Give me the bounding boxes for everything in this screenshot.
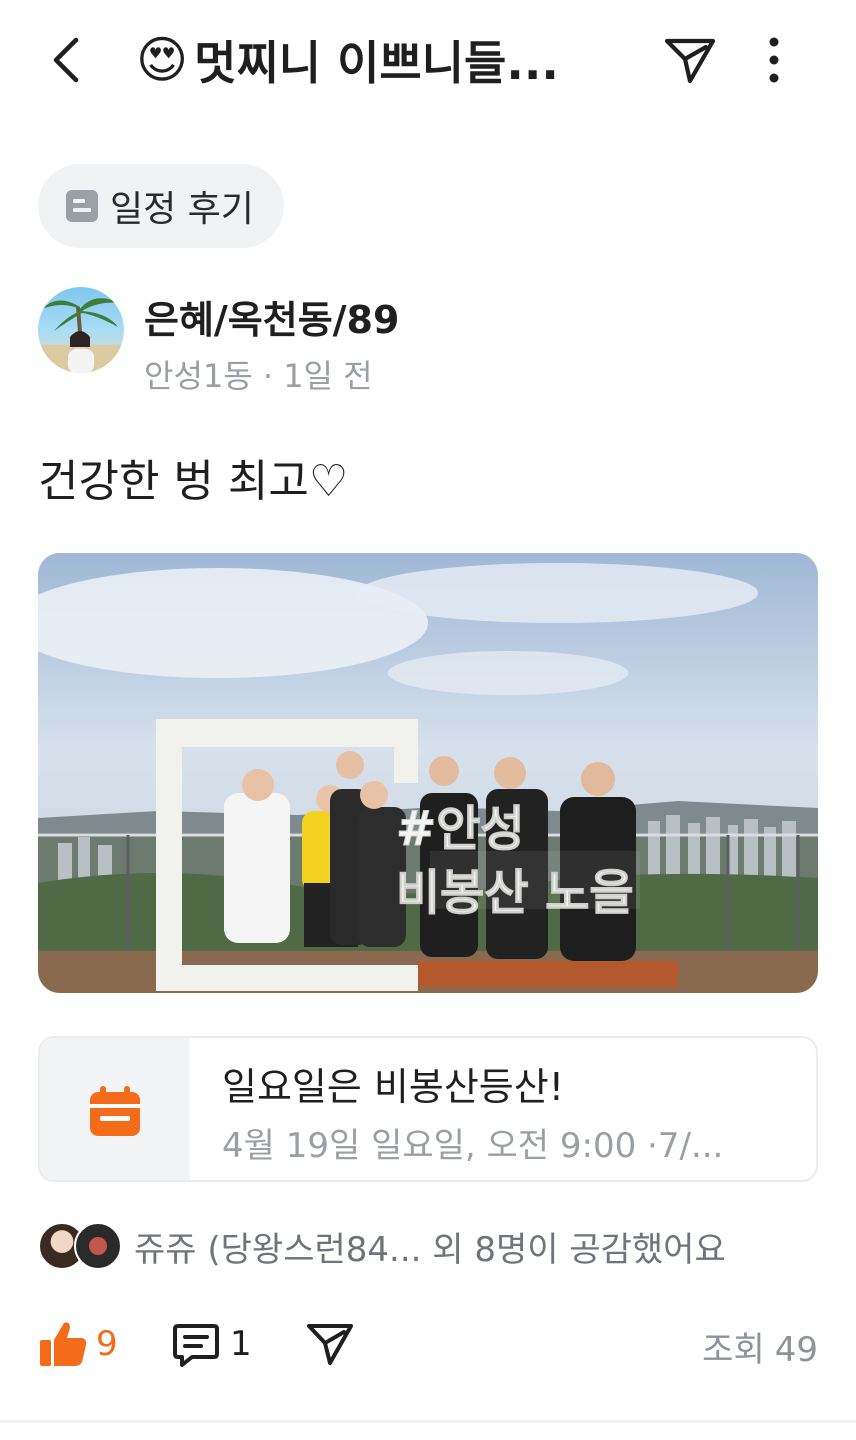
event-card[interactable]: 일요일은 비봉산등산! 4월 19일 일요일, 오전 9:00 ·7/... xyxy=(38,1036,818,1182)
top-bar: 😍 멋찌니 이쁘니들... xyxy=(0,0,856,120)
paper-plane-icon xyxy=(307,1324,353,1365)
comment-button[interactable]: 1 xyxy=(172,1316,252,1372)
category-chip[interactable]: 일정 후기 xyxy=(38,164,284,248)
page-title: 😍 멋찌니 이쁘니들... xyxy=(136,26,636,94)
like-button[interactable]: 9 xyxy=(38,1316,118,1372)
more-options-button[interactable] xyxy=(746,30,802,90)
post-photo[interactable]: #안성 비봉산 노을 xyxy=(38,553,818,993)
comment-icon xyxy=(173,1324,219,1367)
chevron-left-icon xyxy=(53,37,79,83)
back-button[interactable] xyxy=(38,30,94,90)
thumbs-up-icon xyxy=(40,1322,87,1366)
group-photo-image: #안성 비봉산 노을 xyxy=(38,553,818,993)
document-icon xyxy=(66,190,98,222)
author-meta: 안성1동 · 1일 전 xyxy=(144,357,373,395)
more-vertical-icon xyxy=(769,37,779,83)
category-chip-label: 일정 후기 xyxy=(110,189,254,230)
event-icon-container xyxy=(40,1038,190,1180)
like-count: 9 xyxy=(96,1324,118,1364)
avatar-image xyxy=(38,298,124,373)
post-text: 건강한 벙 최고♡ xyxy=(38,456,349,507)
share-button[interactable] xyxy=(658,30,722,90)
divider xyxy=(0,1420,856,1423)
event-meta: 4월 19일 일요일, 오전 9:00 ·7/... xyxy=(222,1126,724,1166)
comment-count: 1 xyxy=(230,1324,252,1364)
author-row: 은혜/옥천동/89 안성1동 · 1일 전 xyxy=(38,285,818,395)
liker-avatar xyxy=(74,1222,122,1270)
paper-plane-icon xyxy=(664,38,716,84)
share-post-button[interactable] xyxy=(302,1316,358,1372)
view-count-label: 조회 xyxy=(702,1330,765,1370)
heart-eyes-emoji: 😍 xyxy=(136,31,189,89)
view-count: 조회 49 xyxy=(702,1322,818,1371)
author-name[interactable]: 은혜/옥천동/89 xyxy=(144,289,399,344)
likers-text: 쥬쥬 (당왕스런84... 외 8명이 공감했어요 xyxy=(134,1229,726,1270)
event-title: 일요일은 비봉산등산! xyxy=(222,1065,564,1109)
page-title-text: 멋찌니 이쁘니들... xyxy=(194,36,559,90)
post-actions: 9 1 조회 49 xyxy=(38,1312,818,1376)
view-count-value: 49 xyxy=(774,1330,818,1370)
author-avatar[interactable] xyxy=(38,287,124,373)
photo-sign-line1: #안성 xyxy=(396,801,525,857)
photo-sign-line2: 비봉산 노을 xyxy=(396,865,634,921)
calendar-icon xyxy=(90,1086,140,1136)
likers-row[interactable]: 쥬쥬 (당왕스런84... 외 8명이 공감했어요 xyxy=(38,1218,726,1274)
